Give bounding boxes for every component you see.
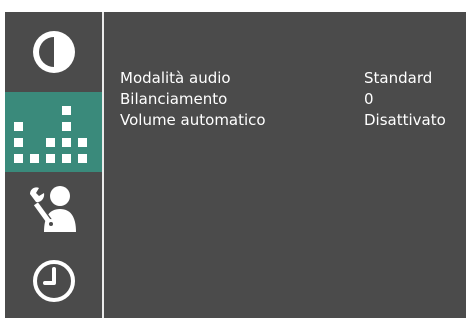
setting-label: Volume automatico: [120, 111, 266, 129]
setting-label: Modalità audio: [120, 69, 231, 87]
setting-value: 0: [364, 90, 374, 108]
setting-row-balance[interactable]: Bilanciamento 0: [120, 89, 460, 110]
osd-menu-window: Modalità audio Standard Bilanciamento 0 …: [5, 12, 466, 318]
setting-row-sound-mode[interactable]: Modalità audio Standard: [120, 68, 460, 89]
sidebar-item-picture[interactable]: [5, 12, 102, 92]
sidebar-item-timer[interactable]: [5, 244, 102, 318]
setting-value: Standard: [364, 69, 433, 87]
setting-value: Disattivato: [364, 111, 446, 129]
clock-icon: [30, 257, 78, 305]
category-sidebar: [5, 12, 102, 318]
setting-row-auto-volume[interactable]: Volume automatico Disattivato: [120, 110, 460, 131]
sidebar-item-sound[interactable]: [5, 92, 102, 172]
sidebar-divider: [102, 12, 104, 318]
user-tools-icon: [26, 182, 82, 234]
equalizer-icon: [11, 94, 97, 170]
contrast-icon: [30, 28, 78, 76]
setting-label: Bilanciamento: [120, 90, 228, 108]
sound-settings-list: Modalità audio Standard Bilanciamento 0 …: [120, 68, 460, 131]
sidebar-item-setup[interactable]: [5, 172, 102, 244]
